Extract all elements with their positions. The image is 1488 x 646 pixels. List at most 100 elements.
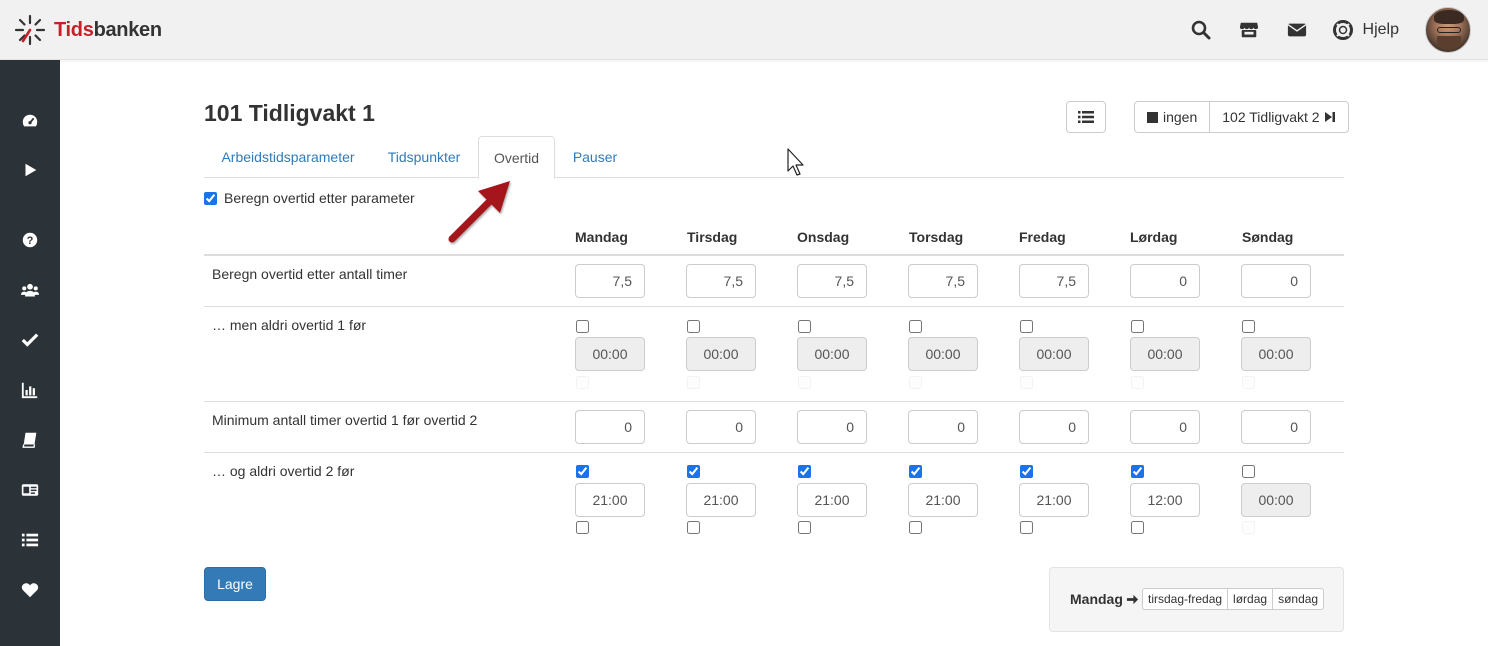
min-hours-input-mandag[interactable]: 0	[575, 410, 645, 444]
never-ot1-sub-checkbox-lordag	[1131, 376, 1144, 389]
top-bar: Tidsbanken Hjelp	[0, 0, 1488, 60]
never-ot1-checkbox-torsdag[interactable]	[909, 320, 922, 333]
help-label: Hjelp	[1362, 21, 1399, 38]
never-ot1-checkbox-lordag[interactable]	[1131, 320, 1144, 333]
day-header-torsdag: Torsdag	[909, 229, 964, 245]
hours-input-lordag[interactable]: 0	[1130, 264, 1200, 298]
never-ot2-checkbox-tirsdag[interactable]	[687, 465, 700, 478]
row-label-never-ot2: … og aldri overtid 2 før	[212, 463, 355, 479]
never-ot1-sub-checkbox-tirsdag	[687, 376, 700, 389]
list-view-button[interactable]	[1066, 101, 1106, 133]
never-ot2-sub-checkbox-onsdag[interactable]	[798, 521, 811, 534]
copy-from-label: Mandag	[1070, 591, 1139, 607]
min-hours-input-tirsdag[interactable]: 0	[686, 410, 756, 444]
never-ot2-sub-checkbox-sondag	[1242, 521, 1255, 534]
never-ot1-time-sondag: 00:00	[1241, 337, 1311, 371]
store-icon[interactable]	[1237, 18, 1261, 42]
previous-record-button[interactable]: ingen	[1135, 102, 1209, 132]
row-divider	[204, 401, 1344, 402]
never-ot1-checkbox-onsdag[interactable]	[798, 320, 811, 333]
arrow-right-icon	[1126, 594, 1138, 604]
svg-text:?: ?	[27, 235, 34, 247]
copy-day-panel: Mandag tirsdag-fredag lørdag søndag	[1049, 567, 1344, 632]
never-ot2-time-torsdag[interactable]: 21:00	[908, 483, 978, 517]
never-ot2-time-mandag[interactable]: 21:00	[575, 483, 645, 517]
help-link[interactable]: Hjelp	[1332, 20, 1399, 40]
bar-chart-icon[interactable]	[0, 375, 60, 405]
book-icon[interactable]	[0, 425, 60, 455]
min-hours-input-sondag[interactable]: 0	[1241, 410, 1311, 444]
tab-overtid[interactable]: Overtid	[478, 136, 555, 179]
never-ot2-time-onsdag[interactable]: 21:00	[797, 483, 867, 517]
question-icon[interactable]: ?	[0, 225, 60, 255]
calc-overtime-checkbox[interactable]	[204, 191, 217, 205]
min-hours-input-onsdag[interactable]: 0	[797, 410, 867, 444]
min-hours-input-lordag[interactable]: 0	[1130, 410, 1200, 444]
row-divider	[204, 306, 1344, 307]
check-icon[interactable]	[0, 325, 60, 355]
row-label-never-ot1: … men aldri overtid 1 før	[212, 317, 367, 333]
never-ot1-time-fredag: 00:00	[1019, 337, 1089, 371]
search-icon[interactable]	[1189, 18, 1213, 42]
envelope-icon[interactable]	[1285, 18, 1309, 42]
never-ot2-checkbox-lordag[interactable]	[1131, 465, 1144, 478]
never-ot2-sub-checkbox-mandag[interactable]	[576, 521, 589, 534]
tidsbanken-logo-icon	[14, 14, 46, 46]
header-divider	[204, 254, 1344, 256]
never-ot1-checkbox-fredag[interactable]	[1020, 320, 1033, 333]
copy-to-sondag-button[interactable]: søndag	[1272, 589, 1323, 609]
play-icon[interactable]	[0, 155, 60, 185]
record-navigation: ingen 102 Tidligvakt 2	[1134, 101, 1349, 133]
never-ot1-time-onsdag: 00:00	[797, 337, 867, 371]
never-ot1-sub-checkbox-torsdag	[909, 376, 922, 389]
tab-tidspunkter[interactable]: Tidspunkter	[372, 136, 476, 178]
never-ot1-checkbox-mandag[interactable]	[576, 320, 589, 333]
list-icon[interactable]	[0, 525, 60, 555]
row-label-min-hours: Minimum antall timer overtid 1 før overt…	[212, 412, 478, 428]
never-ot2-time-lordag[interactable]: 12:00	[1130, 483, 1200, 517]
never-ot1-time-tirsdag: 00:00	[686, 337, 756, 371]
never-ot2-checkbox-fredag[interactable]	[1020, 465, 1033, 478]
id-card-icon[interactable]	[0, 475, 60, 505]
never-ot2-checkbox-onsdag[interactable]	[798, 465, 811, 478]
never-ot2-time-fredag[interactable]: 21:00	[1019, 483, 1089, 517]
never-ot2-sub-checkbox-lordag[interactable]	[1131, 521, 1144, 534]
copy-to-lordag-button[interactable]: lørdag	[1227, 589, 1272, 609]
never-ot2-sub-checkbox-fredag[interactable]	[1020, 521, 1033, 534]
day-header-mandag: Mandag	[575, 229, 628, 245]
row-divider	[204, 452, 1344, 453]
calc-overtime-label: Beregn overtid etter parameter	[224, 190, 415, 206]
brand-logo[interactable]: Tidsbanken	[14, 14, 162, 46]
min-hours-input-fredag[interactable]: 0	[1019, 410, 1089, 444]
tab-pauser[interactable]: Pauser	[557, 136, 633, 178]
never-ot1-checkbox-tirsdag[interactable]	[687, 320, 700, 333]
hours-input-tirsdag[interactable]: 7,5	[686, 264, 756, 298]
never-ot2-sub-checkbox-torsdag[interactable]	[909, 521, 922, 534]
users-icon[interactable]	[0, 275, 60, 305]
save-button[interactable]: Lagre	[204, 567, 266, 601]
never-ot1-sub-checkbox-mandag	[576, 376, 589, 389]
never-ot2-sub-checkbox-tirsdag[interactable]	[687, 521, 700, 534]
sidebar: ?	[0, 60, 60, 646]
heart-icon[interactable]	[0, 575, 60, 605]
calc-overtime-option: Beregn overtid etter parameter	[204, 190, 415, 206]
hours-input-torsdag[interactable]: 7,5	[908, 264, 978, 298]
tab-arbeidstidsparameter[interactable]: Arbeidstidsparameter	[204, 136, 372, 178]
row-label-hours: Beregn overtid etter antall timer	[212, 266, 408, 282]
hours-input-fredag[interactable]: 7,5	[1019, 264, 1089, 298]
avatar[interactable]	[1425, 7, 1471, 53]
hours-input-mandag[interactable]: 7,5	[575, 264, 645, 298]
never-ot2-checkbox-sondag[interactable]	[1242, 465, 1255, 478]
never-ot1-checkbox-sondag[interactable]	[1242, 320, 1255, 333]
hours-input-onsdag[interactable]: 7,5	[797, 264, 867, 298]
next-record-button[interactable]: 102 Tidligvakt 2	[1209, 102, 1347, 132]
copy-target-group: tirsdag-fredag lørdag søndag	[1142, 588, 1325, 610]
dashboard-icon[interactable]	[0, 106, 60, 136]
copy-to-tirsdag-fredag-button[interactable]: tirsdag-fredag	[1143, 589, 1227, 609]
min-hours-input-torsdag[interactable]: 0	[908, 410, 978, 444]
never-ot2-checkbox-torsdag[interactable]	[909, 465, 922, 478]
never-ot2-checkbox-mandag[interactable]	[576, 465, 589, 478]
tab-bar: Arbeidstidsparameter Tidspunkter Overtid…	[204, 136, 1344, 179]
never-ot2-time-tirsdag[interactable]: 21:00	[686, 483, 756, 517]
hours-input-sondag[interactable]: 0	[1241, 264, 1311, 298]
